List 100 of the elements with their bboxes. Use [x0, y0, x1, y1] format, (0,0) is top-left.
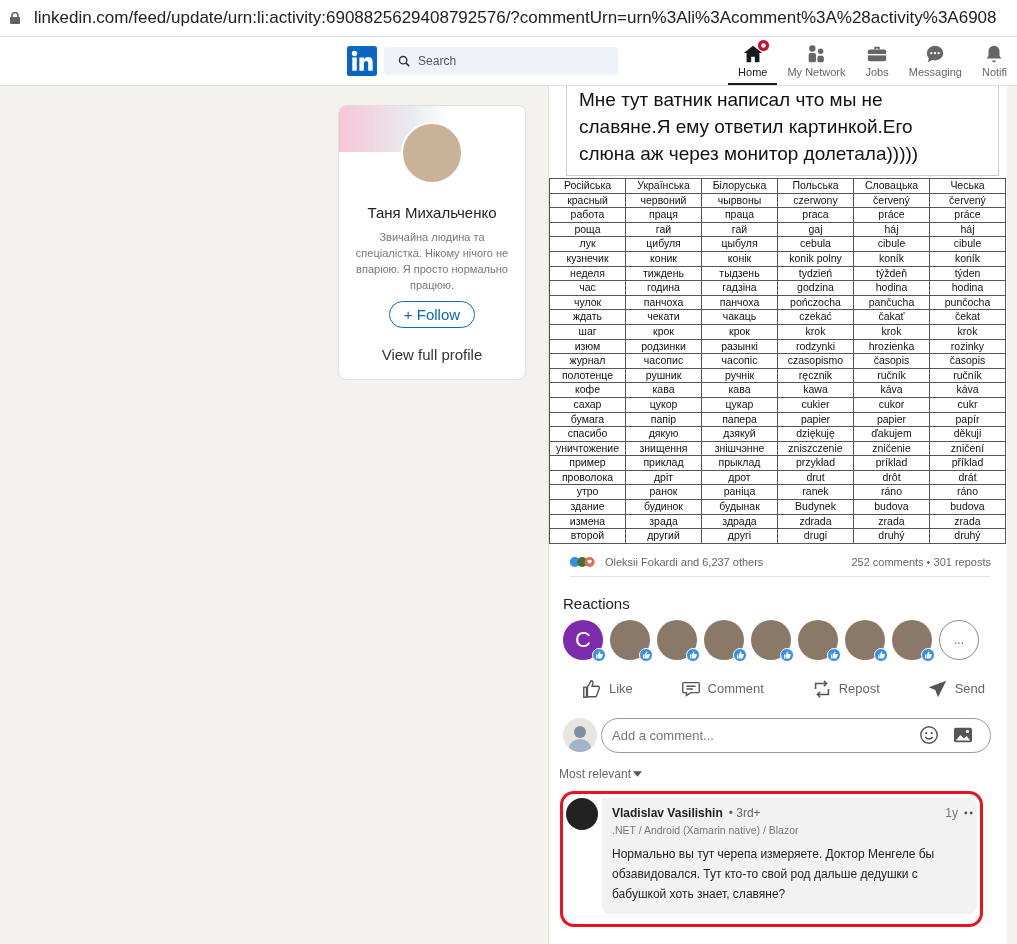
table-cell: здрада	[701, 514, 778, 529]
table-cell: ručník	[853, 368, 930, 383]
view-profile-link[interactable]: View full profile	[381, 346, 483, 363]
table-cell: гай	[701, 222, 778, 237]
table-cell: krok	[777, 324, 854, 340]
profile-bio: Звичайна людина та спеціалістка. Нікому нічого не впарюю. Я просто нормально працюю.	[354, 230, 510, 293]
table-cell: pančucha	[853, 295, 930, 310]
table-cell: уничтожение	[549, 441, 626, 456]
address-bar[interactable]: linkedin.com/feed/update/urn:li:activity:6908825629408792576/?commentUrn=urn%3Ali%3Acomment%3A%28activity%3A6908	[0, 0, 1017, 37]
table-cell: изюм	[549, 339, 626, 354]
table-cell: czerwony	[777, 193, 854, 208]
nav-tab[interactable]: Messaging	[898, 37, 972, 85]
table-cell: праца	[701, 207, 778, 223]
table-cell: измена	[549, 514, 626, 529]
image-icon[interactable]	[953, 726, 973, 745]
search-field[interactable]: Search	[384, 47, 619, 75]
table-cell: ranek	[777, 484, 854, 500]
emoji-icon[interactable]	[919, 725, 939, 746]
table-cell: drut	[777, 470, 854, 485]
like-badge-icon	[639, 647, 653, 662]
table-cell: háj	[929, 222, 1006, 237]
reactor-avatar[interactable]: C	[563, 619, 603, 660]
reactor-photo-placeholder[interactable]	[704, 619, 744, 660]
like-badge-icon	[921, 647, 935, 662]
more-icon[interactable]	[964, 810, 973, 815]
table-cell: роща	[549, 222, 626, 237]
nav-tab[interactable]: Jobs	[855, 37, 899, 85]
table-cell: кава	[701, 382, 778, 398]
table-cell: приклад	[625, 455, 702, 471]
commenter-headline: .NET / Android (Xamarin native) / Blazor	[612, 823, 800, 836]
table-cell: папера	[701, 412, 778, 427]
comment-input[interactable]: Add a comment...	[601, 717, 991, 753]
table-cell: Budynek	[777, 499, 854, 515]
table-cell: зрада	[625, 514, 702, 529]
reactor-photo-placeholder[interactable]	[798, 619, 838, 660]
reactions-summary[interactable]: Oleksii Fokardi and 6,237 others	[605, 555, 764, 568]
table-cell: zrada	[929, 514, 1006, 529]
table-cell: týden	[929, 266, 1006, 281]
like-badge-icon	[780, 647, 794, 662]
action-button[interactable]: Send	[924, 673, 987, 704]
table-cell: cebula	[777, 236, 854, 252]
table-cell: второй	[549, 528, 626, 544]
table-cell: ráno	[853, 484, 930, 500]
like-badge-icon	[827, 647, 841, 662]
reactor-photo-placeholder[interactable]	[751, 619, 791, 660]
table-cell: rozinky	[929, 339, 1006, 354]
like-badge-icon	[592, 647, 606, 662]
table-cell: гай	[625, 222, 702, 237]
table-cell: przykład	[777, 455, 854, 471]
nav-tab[interactable]: Notifi	[971, 37, 1017, 85]
table-cell: полотенце	[549, 368, 626, 383]
table-cell: рушник	[625, 368, 702, 383]
table-cell: сахар	[549, 397, 626, 412]
reactor-photo-placeholder[interactable]	[845, 619, 885, 660]
reactor-photo-placeholder[interactable]	[657, 619, 697, 660]
table-cell: budova	[929, 499, 1006, 515]
logo-icon[interactable]	[347, 44, 378, 78]
more-reactors-button[interactable]: ...	[939, 619, 979, 660]
table-cell: praca	[777, 207, 854, 223]
url-text: linkedin.com/feed/update/urn:li:activity:6908825629408792576/?commentUrn=urn%3Ali%3Acomment%3A%28activity%3A6908	[34, 8, 997, 28]
table-cell: неделя	[549, 266, 626, 281]
table-cell: koník	[929, 251, 1006, 267]
table-cell: праця	[625, 207, 702, 223]
table-cell: hodina	[853, 280, 930, 296]
table-cell: проволока	[549, 470, 626, 485]
table-cell: čakať	[853, 309, 930, 325]
comment-author[interactable]: Vladislav Vasilishin	[612, 805, 723, 820]
table-cell: пример	[549, 455, 626, 471]
table-cell: drugi	[777, 528, 854, 544]
table-cell: конік	[701, 251, 778, 267]
action-button[interactable]: Repost	[808, 673, 882, 704]
table-cell: крок	[625, 324, 702, 340]
sort-dropdown[interactable]: Most relevant	[559, 766, 643, 781]
table-cell: крок	[701, 324, 778, 340]
caret-icon	[633, 770, 643, 777]
comment-repost-counts[interactable]: 252 comments • 301 reposts	[851, 555, 991, 568]
action-button[interactable]: Comment	[677, 673, 766, 704]
table-cell: коник	[625, 251, 702, 267]
table-cell: rodzynki	[777, 339, 854, 354]
table-cell: papier	[853, 412, 930, 427]
table-cell: týždeň	[853, 266, 930, 281]
table-cell: раніца	[701, 484, 778, 500]
table-cell: drôt	[853, 470, 930, 485]
follow-button[interactable]: + Follow	[388, 301, 476, 328]
caption-line: Мне тут ватник написал что мы не	[579, 88, 884, 112]
table-cell: часопис	[625, 353, 702, 369]
table-cell: ručník	[929, 368, 1006, 383]
connection-degree: • 3rd+	[728, 805, 761, 820]
action-button[interactable]: Like	[579, 673, 635, 704]
table-header: Польська	[777, 178, 854, 194]
reactor-photo-placeholder[interactable]	[892, 619, 932, 660]
table-cell: красный	[549, 193, 626, 208]
reactor-photo-placeholder[interactable]	[610, 619, 650, 660]
nav-tab[interactable]: My Network	[777, 37, 856, 85]
commenter-photo-placeholder[interactable]	[566, 797, 598, 830]
table-cell: цыбуля	[701, 236, 778, 252]
table-cell: цукар	[701, 397, 778, 412]
table-cell: ждать	[549, 309, 626, 325]
table-cell: cukier	[777, 397, 854, 412]
comment-text: Нормально вы тут черепа измеряете. Доктор Менгеле бы обзавидовался. Тут кто-то свой род дальше дедушки с бабушкой хоть знает, славяне?	[612, 845, 936, 903]
